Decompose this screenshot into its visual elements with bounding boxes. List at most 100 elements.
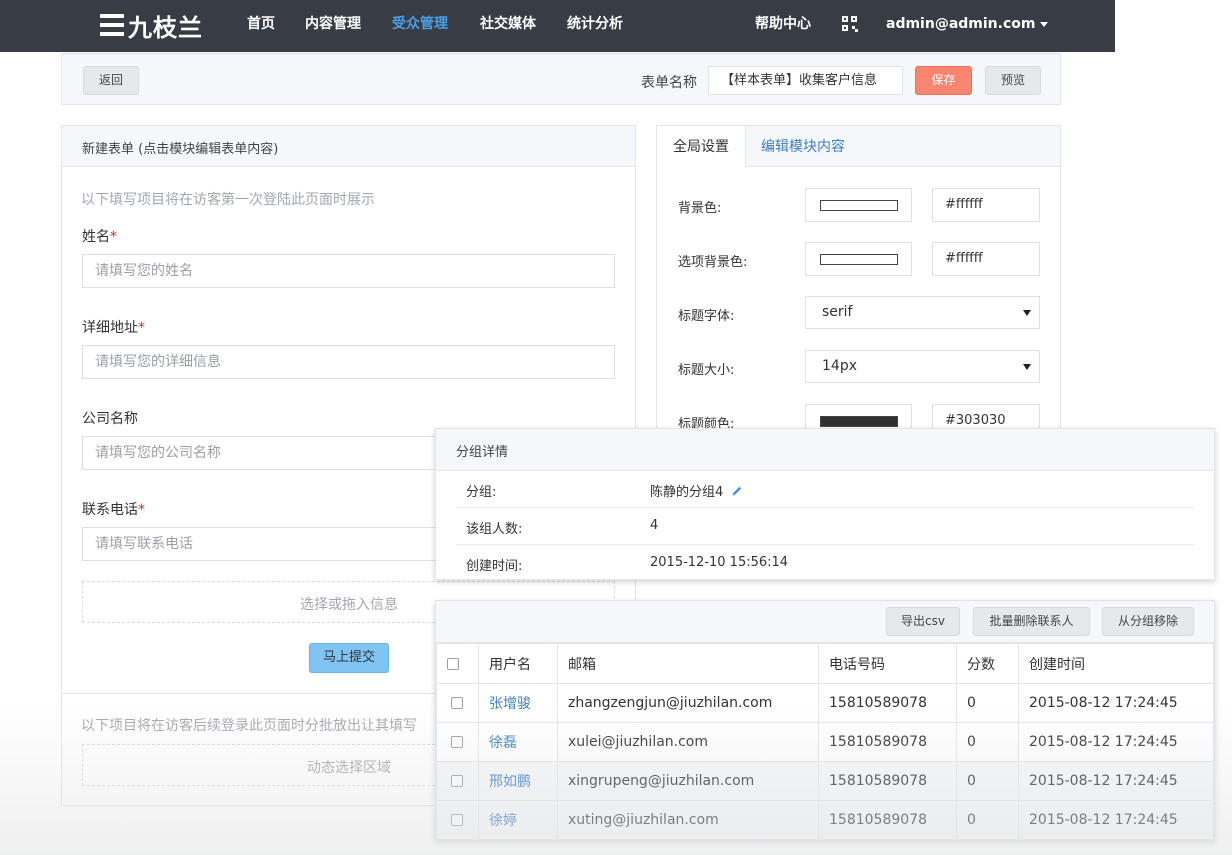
user-email: xuting@jiuzhilan.com bbox=[557, 800, 819, 840]
select-value: 14px bbox=[822, 358, 857, 374]
user-created: 2015-08-12 17:24:45 bbox=[1018, 800, 1214, 840]
group-count-value: 4 bbox=[650, 518, 659, 533]
user-phone: 15810589078 bbox=[818, 722, 957, 762]
save-button[interactable]: 保存 bbox=[915, 66, 972, 95]
back-button[interactable]: 返回 bbox=[83, 66, 139, 95]
nav-item-home[interactable]: 首页 bbox=[247, 0, 275, 52]
row-select-cell bbox=[436, 683, 479, 723]
table-row: 张增骏 zhangzengjun@jiuzhilan.com 158105890… bbox=[436, 683, 1214, 723]
name-input[interactable]: 请填写您的姓名 bbox=[82, 254, 615, 288]
members-toolbar: 导出csv 批量删除联系人 从分组移除 bbox=[436, 601, 1214, 643]
preview-button[interactable]: 预览 bbox=[985, 66, 1041, 95]
setting-label-bg: 背景色: bbox=[678, 201, 722, 216]
user-phone: 15810589078 bbox=[818, 683, 957, 723]
option-bg-color-input[interactable]: #ffffff bbox=[932, 242, 1040, 276]
swatch-fill bbox=[820, 254, 898, 265]
group-key-created: 创建时间: bbox=[466, 559, 523, 574]
row-checkbox[interactable] bbox=[451, 736, 463, 748]
swatch-fill bbox=[820, 200, 898, 211]
members-table: 用户名 邮箱 电话号码 分数 创建时间 张增骏 zhangzengjun@jiu… bbox=[436, 643, 1214, 840]
select-all-checkbox[interactable] bbox=[447, 657, 459, 670]
settings-panel: 全局设置 编辑模块内容 背景色: #ffffff 选项背景色: #ffffff … bbox=[656, 125, 1061, 438]
user-menu[interactable]: admin@admin.com bbox=[886, 0, 1049, 52]
group-name-value: 陈静的分组4 bbox=[650, 481, 743, 500]
user-name-link[interactable]: 徐磊 bbox=[478, 722, 558, 762]
batch-delete-button[interactable]: 批量删除联系人 bbox=[973, 607, 1090, 636]
user-name-link[interactable]: 徐婷 bbox=[478, 800, 558, 840]
divider bbox=[456, 507, 1194, 508]
user-phone: 15810589078 bbox=[818, 761, 957, 801]
row-select-cell bbox=[436, 722, 479, 762]
row-select-cell bbox=[436, 761, 479, 801]
col-score[interactable]: 分数 bbox=[956, 643, 1019, 684]
user-name-link[interactable]: 邢如鹏 bbox=[478, 761, 558, 801]
field-label-text: 联系电话 bbox=[82, 502, 138, 518]
form-name-label: 表单名称 bbox=[641, 75, 697, 91]
field-label-text: 公司名称 bbox=[82, 411, 138, 427]
user-name-link[interactable]: 张增骏 bbox=[478, 683, 558, 723]
col-email[interactable]: 邮箱 bbox=[557, 643, 819, 684]
field-label-text: 姓名 bbox=[82, 229, 110, 245]
select-all-cell bbox=[436, 643, 479, 684]
user-email: admin@admin.com bbox=[886, 16, 1036, 32]
row-select-cell bbox=[436, 800, 479, 840]
form-name-input[interactable]: 【样本表单】收集客户信息 bbox=[708, 66, 903, 95]
nav-item-social[interactable]: 社交媒体 bbox=[480, 0, 536, 52]
user-score: 0 bbox=[956, 722, 1019, 762]
table-row: 徐婷 xuting@jiuzhilan.com 15810589078 0 20… bbox=[436, 800, 1214, 840]
field-label-address: 详细地址* bbox=[82, 317, 145, 337]
tab-edit-module[interactable]: 编辑模块内容 bbox=[745, 126, 861, 168]
qr-code-icon[interactable] bbox=[842, 16, 858, 32]
field-label-text: 详细地址 bbox=[82, 320, 138, 336]
dropdown-arrow-icon bbox=[1023, 310, 1031, 316]
form-panel-title: 新建表单 (点击模块编辑表单内容) bbox=[82, 142, 279, 157]
col-username[interactable]: 用户名 bbox=[478, 643, 558, 684]
divider bbox=[456, 544, 1194, 545]
table-row: 徐磊 xulei@jiuzhilan.com 15810589078 0 201… bbox=[436, 722, 1214, 762]
dynamic-zone-text: 动态选择区域 bbox=[307, 760, 391, 776]
swatch-fill bbox=[820, 416, 898, 427]
group-detail-panel: 分组详情 分组: 陈静的分组4 该组人数: 4 创建时间: 2015-12-10… bbox=[435, 428, 1215, 580]
user-created: 2015-08-12 17:24:45 bbox=[1018, 683, 1214, 723]
title-font-select[interactable]: serif bbox=[805, 296, 1040, 329]
group-name-text: 陈静的分组4 bbox=[650, 485, 724, 500]
nav-item-audience[interactable]: 受众管理 bbox=[392, 0, 448, 52]
title-size-select[interactable]: 14px bbox=[805, 350, 1040, 383]
nav-item-stats[interactable]: 统计分析 bbox=[567, 0, 623, 52]
user-email: zhangzengjun@jiuzhilan.com bbox=[557, 683, 819, 723]
remove-from-group-button[interactable]: 从分组移除 bbox=[1102, 607, 1194, 636]
group-detail-header: 分组详情 bbox=[436, 429, 1214, 471]
edit-pencil-icon[interactable] bbox=[731, 485, 743, 497]
submit-button[interactable]: 马上提交 bbox=[309, 643, 389, 673]
user-score: 0 bbox=[956, 761, 1019, 801]
bg-color-swatch[interactable] bbox=[805, 188, 912, 222]
logo-mark-icon bbox=[100, 13, 124, 37]
form-toolbar: 返回 表单名称 【样本表单】收集客户信息 保存 预览 bbox=[61, 53, 1061, 105]
user-score: 0 bbox=[956, 800, 1019, 840]
dropdown-arrow-icon bbox=[1023, 364, 1031, 370]
user-score: 0 bbox=[956, 683, 1019, 723]
address-input[interactable]: 请填写您的详细信息 bbox=[82, 345, 615, 379]
tab-global-settings[interactable]: 全局设置 bbox=[657, 126, 746, 168]
nav-item-content[interactable]: 内容管理 bbox=[305, 0, 361, 52]
nav-help-center[interactable]: 帮助中心 bbox=[755, 0, 811, 52]
setting-label-title-size: 标题大小: bbox=[678, 363, 735, 378]
later-note-text: 以下项目将在访客后续登录此页面时分批放出让其填写 bbox=[81, 718, 417, 734]
row-checkbox[interactable] bbox=[451, 775, 463, 787]
option-bg-color-swatch[interactable] bbox=[805, 242, 912, 276]
export-csv-button[interactable]: 导出csv bbox=[886, 607, 960, 636]
col-created[interactable]: 创建时间 bbox=[1018, 643, 1214, 684]
row-checkbox[interactable] bbox=[451, 814, 463, 826]
group-members-panel: 导出csv 批量删除联系人 从分组移除 用户名 邮箱 电话号码 分数 创建时间 … bbox=[435, 600, 1215, 840]
field-label-company: 公司名称 bbox=[82, 408, 138, 428]
form-panel-header: 新建表单 (点击模块编辑表单内容) bbox=[62, 126, 635, 167]
logo[interactable]: 九枝兰 bbox=[100, 9, 203, 42]
group-key-name: 分组: bbox=[466, 485, 497, 500]
row-checkbox[interactable] bbox=[451, 697, 463, 709]
settings-tabs: 全局设置 编辑模块内容 bbox=[657, 126, 1060, 168]
col-phone[interactable]: 电话号码 bbox=[818, 643, 957, 684]
user-email: xingrupeng@jiuzhilan.com bbox=[557, 761, 819, 801]
bg-color-input[interactable]: #ffffff bbox=[932, 188, 1040, 222]
select-value: serif bbox=[822, 304, 853, 320]
user-email: xulei@jiuzhilan.com bbox=[557, 722, 819, 762]
